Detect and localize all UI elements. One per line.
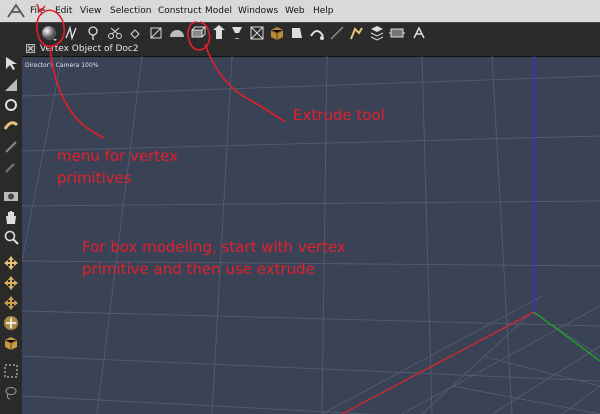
scale-icon[interactable]	[2, 294, 20, 312]
camera-icon[interactable]	[2, 186, 20, 204]
menu-web[interactable]: Web	[285, 0, 305, 22]
goblet-icon[interactable]	[228, 24, 246, 42]
menu-windows[interactable]: Windows	[238, 0, 278, 22]
lasso-select-icon[interactable]	[2, 384, 20, 402]
lasso-icon[interactable]	[84, 24, 102, 42]
menu-help[interactable]: Help	[313, 0, 334, 22]
zoom-icon[interactable]	[2, 228, 20, 246]
brush-icon[interactable]	[328, 24, 346, 42]
viewport-title: Vertex Object of Doc2	[40, 44, 139, 54]
menu-construct[interactable]: Construct	[158, 0, 202, 22]
menu-edit[interactable]: Edit	[55, 0, 72, 22]
viewport-titlebar: Vertex Object of Doc2	[22, 42, 600, 57]
hand-pan-icon[interactable]	[2, 208, 20, 226]
extrude-annotation: Extrude tool	[293, 106, 385, 124]
app-logo-icon[interactable]	[6, 2, 26, 20]
vertex-primitives-icon[interactable]	[40, 24, 58, 42]
box-icon[interactable]	[268, 24, 286, 42]
arrow-tool-icon[interactable]	[210, 24, 228, 42]
bend-icon[interactable]	[2, 116, 20, 134]
menu-bar: File Edit View Selection Construct Model…	[0, 0, 600, 23]
point-icon[interactable]	[126, 24, 144, 42]
menu-selection[interactable]: Selection	[110, 0, 151, 22]
tool-palette	[0, 42, 23, 414]
walk-icon[interactable]	[347, 24, 365, 42]
extrude-icon[interactable]	[188, 24, 206, 42]
camera-label: Director's Camera 100%	[25, 62, 99, 69]
marquee-icon[interactable]	[2, 362, 20, 380]
toolbar	[0, 22, 600, 44]
rotate-icon[interactable]	[308, 24, 326, 42]
grab-icon[interactable]	[388, 24, 406, 42]
frame-icon[interactable]	[147, 24, 165, 42]
paint-icon[interactable]	[288, 24, 306, 42]
select-arrow-icon[interactable]	[2, 54, 20, 72]
wand-icon[interactable]	[2, 158, 20, 176]
menu-file[interactable]: File	[30, 0, 45, 22]
rotate-sphere-icon[interactable]	[2, 314, 20, 332]
scissors-icon[interactable]	[106, 24, 124, 42]
spin-icon[interactable]	[2, 96, 20, 114]
select-face-icon[interactable]	[2, 76, 20, 94]
instruction-annotation: For box modeling, start with vertex prim…	[82, 238, 346, 278]
cube-select-icon[interactable]	[248, 24, 266, 42]
knife-icon[interactable]	[2, 138, 20, 156]
viewport[interactable]: Vertex Object of Doc2 Director's Camera …	[22, 42, 600, 414]
half-sphere-icon[interactable]	[168, 24, 186, 42]
move-xyz-icon[interactable]	[2, 274, 20, 292]
stack-icon[interactable]	[368, 24, 386, 42]
settings-icon[interactable]	[410, 24, 428, 42]
menu-model[interactable]: Model	[205, 0, 232, 22]
pen-icon[interactable]	[62, 24, 80, 42]
move-icon[interactable]	[2, 254, 20, 272]
menu-view[interactable]: View	[80, 0, 101, 22]
box-3d-icon[interactable]	[2, 334, 20, 352]
close-icon[interactable]	[26, 44, 35, 53]
vertex-menu-annotation: menu for vertex primitives	[57, 147, 179, 187]
